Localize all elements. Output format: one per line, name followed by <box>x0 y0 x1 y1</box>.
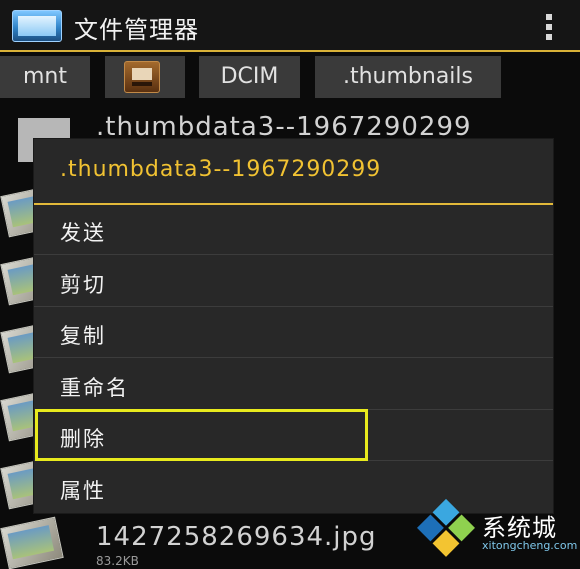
menu-item-label: 属性 <box>60 479 106 503</box>
breadcrumb-sdcard[interactable] <box>105 56 185 98</box>
menu-item-label: 剪切 <box>60 273 106 297</box>
watermark-text: 系统城 <box>482 514 557 542</box>
watermark: 系统城 xitongcheng.com <box>417 498 580 557</box>
watermark-url: xitongcheng.com <box>482 539 578 552</box>
breadcrumb: mnt DCIM .thumbnails <box>0 54 580 102</box>
context-menu-dialog: .thumbdata3--1967290299 发送 剪切 复制 重命名 删除 … <box>34 139 553 513</box>
file-manager-app-icon[interactable] <box>12 10 62 42</box>
menu-item-rename[interactable]: 重命名 <box>34 360 553 410</box>
image-thumbnail-icon <box>0 516 64 569</box>
file-name: .thumbdata3--1967290299 <box>96 112 472 142</box>
menu-item-label: 重命名 <box>60 376 129 400</box>
overflow-menu-icon[interactable] <box>544 14 554 40</box>
dialog-title: .thumbdata3--1967290299 <box>60 157 382 182</box>
file-name: 1427258269634.jpg <box>96 522 377 552</box>
menu-item-label: 复制 <box>60 324 106 348</box>
app-title: 文件管理器 <box>74 16 199 44</box>
menu-item-cut[interactable]: 剪切 <box>34 257 553 307</box>
breadcrumb-mnt[interactable]: mnt <box>0 56 90 98</box>
menu-item-send[interactable]: 发送 <box>34 205 553 255</box>
menu-item-label: 发送 <box>60 221 106 245</box>
breadcrumb-dcim[interactable]: DCIM <box>199 56 300 98</box>
watermark-logo-icon <box>415 498 477 561</box>
menu-item-label: 删除 <box>60 427 106 451</box>
file-size: 83.2KB <box>96 554 139 568</box>
breadcrumb-thumbnails[interactable]: .thumbnails <box>315 56 501 98</box>
sdcard-icon <box>124 61 160 93</box>
menu-item-delete[interactable]: 删除 <box>34 411 553 461</box>
action-bar: 文件管理器 <box>0 0 580 52</box>
menu-item-copy[interactable]: 复制 <box>34 308 553 358</box>
